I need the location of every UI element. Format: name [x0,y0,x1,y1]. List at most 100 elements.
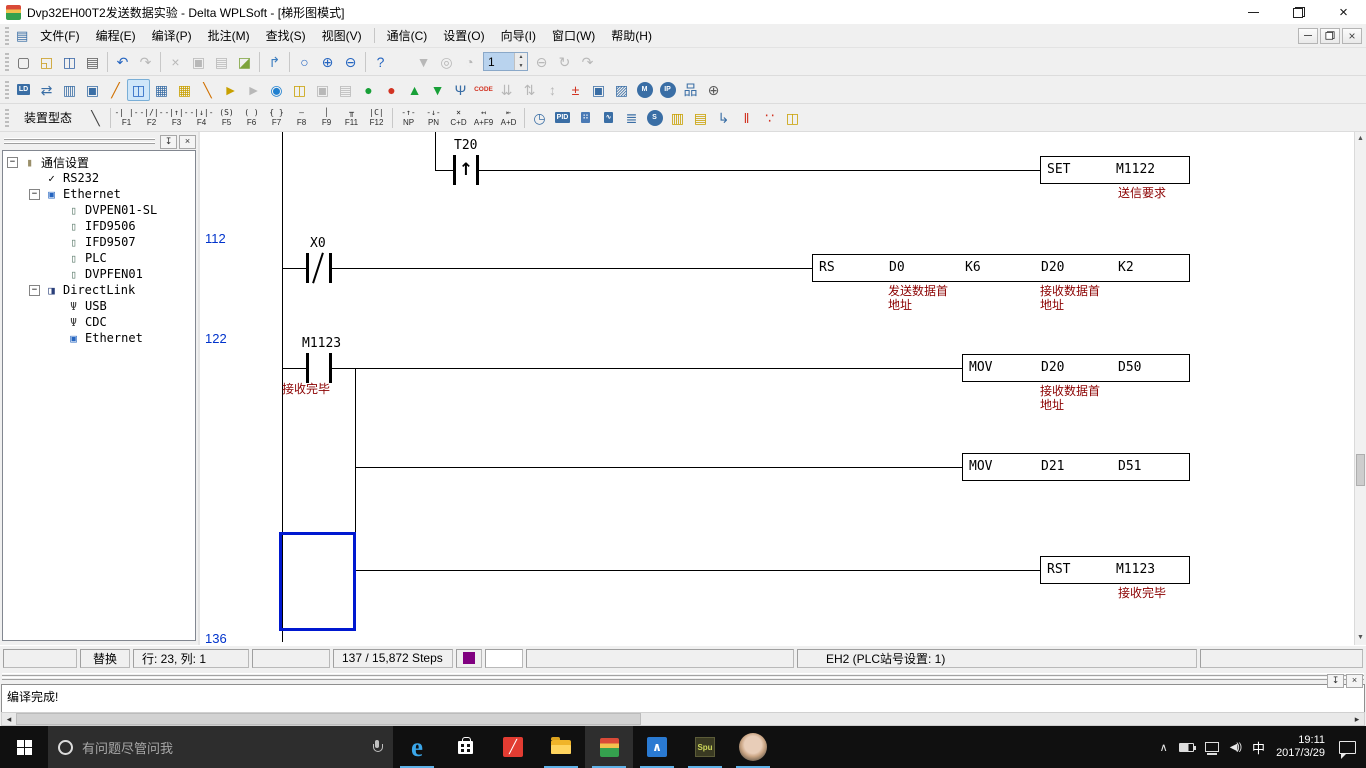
mdi-minimize-button[interactable] [1298,28,1318,44]
application-instruction-button[interactable]: { }F7 [264,105,289,130]
tree-item-ethernet[interactable]: −▣Ethernet [3,186,195,202]
tree-item-ifd9506[interactable]: ▯IFD9506 [3,218,195,234]
new-file-icon[interactable]: ▢ [12,51,35,73]
minimize-button[interactable] [1231,0,1276,24]
contact-rising-button[interactable]: -|↑|-F3 [164,105,189,130]
insert-af9-button[interactable]: ↤A+F9 [471,105,496,130]
menu-item-i[interactable]: 向导(I) [493,25,544,47]
taskbar-app-windows-store[interactable] [441,726,489,768]
ladder-symbols-icon[interactable]: ◫ [288,79,311,101]
timer-clock-icon[interactable]: ◷ [528,107,551,129]
pulse-pn-button[interactable]: -↓-PN [421,105,446,130]
menu-item-f[interactable]: 文件(F) [32,25,87,47]
device-monitor-icon[interactable]: ▣ [81,79,104,101]
spinner-value[interactable]: 1 [484,53,514,70]
pulse-np-button[interactable]: -↑-NP [396,105,421,130]
contact-x0-nc[interactable] [306,253,332,283]
ip-search-icon[interactable]: IP [656,79,679,101]
ime-indicator[interactable]: 中 [1252,738,1265,757]
start-button[interactable] [0,726,48,768]
io-branch-icon[interactable]: ↳ [712,107,735,129]
tree-item-dvpfen01[interactable]: ▯DVPFEN01 [3,266,195,282]
taskbar-app-file-explorer[interactable] [537,726,585,768]
edit-steps-icon[interactable]: ± [564,79,587,101]
vertical-scrollbar[interactable]: ▲ ▼ [1354,132,1366,645]
code-disabled-3-icon[interactable]: ↕ [541,79,564,101]
menu-item-m[interactable]: 批注(M) [200,25,258,47]
image-view-icon[interactable]: ▨ [610,79,633,101]
collapse-toggle-icon[interactable]: − [29,285,40,296]
battery-icon[interactable] [1179,743,1194,752]
instruction-mov-d20-d50[interactable]: MOV D20 D50 [962,354,1190,382]
window-copy-icon[interactable]: ▣ [587,79,610,101]
force-device-icon[interactable]: ◎ [435,51,458,73]
scroll-left-button[interactable]: ◂ [2,713,16,725]
redo-icon[interactable]: ↷ [134,51,157,73]
jump-step-icon[interactable]: ↷ [576,51,599,73]
taskbar-app-edge-browser[interactable]: e [393,726,441,768]
row-count-spinner[interactable]: 1▲▼ [483,52,528,71]
device-bars-icon[interactable]: ▥ [666,107,689,129]
tree-item-plc[interactable]: ▯PLC [3,250,195,266]
output-close-button[interactable]: × [1346,674,1363,688]
hand-pointer-icon[interactable]: ► [219,79,242,101]
zoom-out-icon[interactable]: ⊖ [339,51,362,73]
toolbar-grip[interactable] [5,109,9,127]
monitor-disabled-icon[interactable]: ▣ [311,79,334,101]
toolbar-grip[interactable] [5,81,9,99]
open-file-icon[interactable]: ◱ [35,51,58,73]
taskbar-app-wplsoft[interactable] [585,726,633,768]
zoom-in-icon[interactable]: ⊕ [316,51,339,73]
taskbar-app-pdf-reader[interactable]: ∧ [633,726,681,768]
antenna-icon[interactable]: Ψ [449,79,472,101]
scroll-down-button[interactable]: ▼ [1355,631,1366,645]
device-type-label[interactable]: 装置型态 [16,107,80,128]
panel-drag-handle[interactable] [4,138,155,145]
vertical-line-button[interactable]: │F9 [314,105,339,130]
thermometer-icon[interactable]: ‖ [735,107,758,129]
menu-item-v[interactable]: 视图(V) [314,25,370,47]
step-trace-icon[interactable]: ∵ [758,107,781,129]
branch-line-button[interactable]: ╥F11 [339,105,364,130]
tree-item-directlink[interactable]: −◨DirectLink [3,282,195,298]
group-wizard-icon[interactable]: ∷ [574,107,597,129]
output-pin-button[interactable]: ↧ [1327,674,1344,688]
scrollbar-thumb[interactable] [16,713,641,725]
taskbar-app-media-app[interactable]: ╱ [489,726,537,768]
s-marker-icon[interactable]: S [643,107,666,129]
scroll-up-button[interactable]: ▲ [1355,132,1366,146]
tree-item-cdc[interactable]: ΨCDC [3,314,195,330]
monitor-timer-icon[interactable]: ◔ [458,51,481,73]
panel-close-button[interactable]: × [179,135,196,149]
toolbar-grip[interactable] [5,53,9,71]
mdi-close-button[interactable]: × [1342,28,1362,44]
scrollbar-thumb[interactable] [1356,454,1365,486]
tray-chevron-icon[interactable]: ∧ [1160,741,1168,754]
tree-item-ethernet[interactable]: ▣Ethernet [3,330,195,346]
instruction-list-icon[interactable]: ▦ [150,79,173,101]
taskbar-app-speedgrade[interactable]: Spu [681,726,729,768]
undo-icon[interactable]: ↶ [111,51,134,73]
menu-item-o[interactable]: 设置(O) [435,25,492,47]
indicator-lamp-icon[interactable]: ◉ [265,79,288,101]
file-register-icon[interactable]: ≣ [620,107,643,129]
ladder-selection-cursor[interactable] [279,532,356,631]
code-check-icon[interactable]: CODE [472,79,495,101]
taskbar-app-user-avatar[interactable] [729,726,777,768]
stop-plc-icon[interactable]: ● [380,79,403,101]
instruction-mov-d21-d51[interactable]: MOV D21 D51 [962,453,1190,481]
brush-icon[interactable]: ╲ [196,79,219,101]
remove-monitor-icon[interactable]: ⊖ [530,51,553,73]
tree-item-usb[interactable]: ΨUSB [3,298,195,314]
counter-element-button[interactable]: |C|F12 [364,105,389,130]
print-icon[interactable]: ▤ [81,51,104,73]
instruction-rs[interactable]: RS D0 K6 D20 K2 [812,254,1190,282]
ladder-convert-icon[interactable]: ⇄ [35,79,58,101]
save-icon[interactable]: ◫ [58,51,81,73]
upload-program-icon[interactable]: ▲ [403,79,426,101]
code-disabled-1-icon[interactable]: ⇊ [495,79,518,101]
hand-pointer-disabled-icon[interactable]: ► [242,79,265,101]
menubar-grip[interactable] [5,27,9,45]
position-bars-icon[interactable]: ◫ [781,107,804,129]
speaker-icon[interactable]: ◀)) [1230,742,1241,753]
